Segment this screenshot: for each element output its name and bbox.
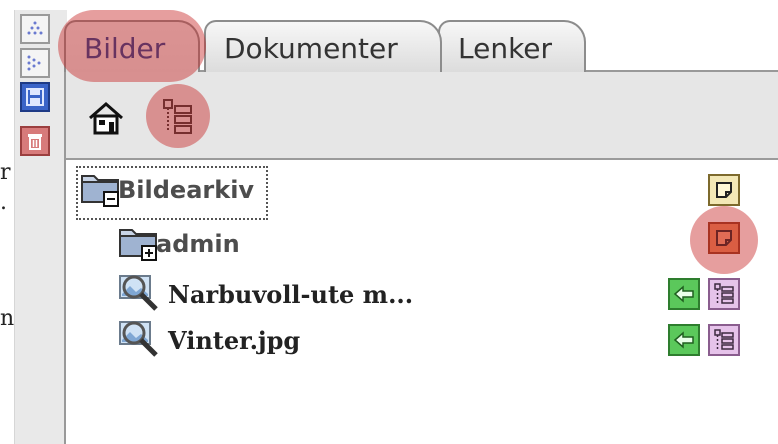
arrow-left-icon — [673, 285, 694, 303]
background-text-3: n — [0, 306, 15, 331]
sitemap-button[interactable] — [150, 90, 206, 146]
tree-file-vinter[interactable]: Vinter.jpg — [118, 320, 300, 360]
tab-dokumenter[interactable]: Dokumenter — [204, 20, 442, 72]
triangle-right-dotted-icon — [27, 55, 41, 71]
note-button[interactable] — [708, 174, 740, 206]
background-text-1: r — [0, 160, 11, 185]
tree-label: Vinter.jpg — [168, 325, 301, 355]
tree-structure-icon — [714, 283, 734, 304]
note-icon — [716, 230, 732, 246]
home-button[interactable] — [82, 96, 130, 140]
left-toolbar — [14, 10, 67, 444]
magnifier-image-icon — [119, 275, 158, 311]
arrow-left-icon — [673, 331, 694, 349]
trash-icon — [28, 134, 42, 150]
folder-icon — [119, 229, 157, 261]
tree-label: Narbuvoll-ute m... — [168, 279, 414, 309]
tree-structure-icon — [163, 99, 192, 134]
background-text-2: . — [0, 190, 7, 215]
save-button[interactable] — [20, 82, 50, 112]
move-right-button[interactable] — [20, 48, 50, 78]
tree-structure-button[interactable] — [708, 278, 740, 310]
move-button[interactable] — [668, 324, 700, 356]
tab-lenker[interactable]: Lenker — [438, 20, 586, 72]
delete-button[interactable] — [20, 126, 50, 156]
note-icon — [716, 182, 732, 198]
tree-structure-icon — [714, 329, 734, 350]
triangle-up-dotted-icon — [27, 21, 43, 35]
note-button[interactable] — [708, 222, 740, 254]
home-icon — [89, 102, 123, 135]
tree-label: admin — [156, 230, 240, 258]
folder-open-icon — [81, 175, 119, 207]
tab-bilder[interactable]: Bilder — [64, 20, 200, 72]
tree-root-bildearkiv[interactable]: Bildearkiv — [80, 168, 254, 212]
tree-file-narbuvoll[interactable]: Narbuvoll-ute m... — [118, 274, 413, 314]
move-button[interactable] — [668, 278, 700, 310]
tree-folder-admin[interactable]: admin — [118, 222, 240, 266]
magnifier-image-icon — [119, 321, 158, 357]
tree-structure-button[interactable] — [708, 324, 740, 356]
tree-label: Bildearkiv — [118, 176, 255, 204]
move-up-button[interactable] — [20, 14, 50, 44]
save-icon — [26, 88, 44, 106]
